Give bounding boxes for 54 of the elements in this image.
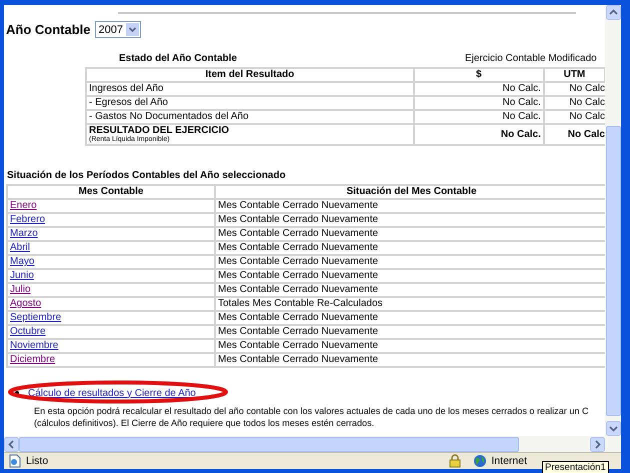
month-link[interactable]: Julio [10,285,31,295]
page-icon [8,454,22,468]
table-cell: Mes Contable Cerrado Nuevamente [215,199,605,213]
table-cell: Mes Contable Cerrado Nuevamente [215,241,605,255]
zone-text: Internet [491,455,527,468]
table-cell: No Calc. [414,82,544,96]
month-link[interactable]: Abril [10,243,30,253]
globe-icon [473,454,488,468]
table-cell: No Calc. [414,110,544,124]
month-link[interactable]: Junio [10,271,34,281]
table-cell: Mes Contable Cerrado Nuevamente [215,255,605,269]
table-cell: Mes Contable Cerrado Nuevamente [215,339,605,353]
month-link[interactable]: Enero [10,201,37,211]
year-dropdown[interactable]: 2007 [94,21,141,38]
month-link[interactable]: Septiembre [10,313,62,323]
table-cell: Mes Contable Cerrado Nuevamente [215,213,605,227]
table-cell: - Egresos del Año [86,96,414,110]
month-link[interactable]: Marzo [10,229,38,239]
tooltip: Presentación1 [542,461,609,473]
table-cell: Mes Contable Cerrado Nuevamente [215,353,605,367]
lock-icon [449,454,462,468]
column-header: Item del Resultado [86,68,414,82]
table-cell: Mes Contable Cerrado Nuevamente [215,325,605,339]
scrollbar-thumb[interactable] [19,436,519,452]
bullet-icon [15,391,19,395]
summary-title: Estado del Año Contable [119,53,237,64]
table-cell: - Gastos No Documentados del Año [86,110,414,124]
table-cell: No Calc. [414,124,544,145]
month-link[interactable]: Noviembre [10,341,58,351]
month-link[interactable]: Agosto [10,299,42,309]
table-cell: Mes Contable Cerrado Nuevamente [215,269,605,283]
table-cell: Mes Contable Cerrado Nuevamente [215,227,605,241]
year-label: Año Contable [6,22,90,37]
table-cell: Ingresos del Año [86,82,414,96]
table-cell: No Calc. [414,96,544,110]
month-link[interactable]: Febrero [10,215,46,225]
table-cell: Mes Contable Cerrado Nuevamente [215,283,605,297]
status-text: Listo [26,455,48,468]
month-link[interactable]: Diciembre [10,355,56,365]
summary-status: Ejercicio Contable Modificado [464,53,597,64]
column-header: Mes Contable [7,185,215,199]
scrollbar-thumb[interactable] [606,126,620,416]
table-cell: Mes Contable Cerrado Nuevamente [215,311,605,325]
scroll-left-button[interactable] [4,436,19,452]
month-link[interactable]: Octubre [10,327,46,337]
table-cell: Totales Mes Contable Re-Calculados [215,297,605,311]
scroll-up-button[interactable] [606,5,620,20]
scroll-down-button[interactable] [606,421,620,436]
periods-title: Situación de los Períodos Contables del Año seleccionado [7,170,287,181]
description-text: En esta opción podrá recalcular el resultado del año contable con los valores actuales de cada uno de los meses cerrados o realizar un C [34,405,590,417]
scroll-right-button[interactable] [590,436,605,452]
month-link[interactable]: Mayo [10,257,34,267]
column-header: Situación del Mes Contable [215,185,605,199]
description-text: (cálculos definitivos). El Cierre de Año requiere que todos los meses estén cerrados. [34,417,376,429]
